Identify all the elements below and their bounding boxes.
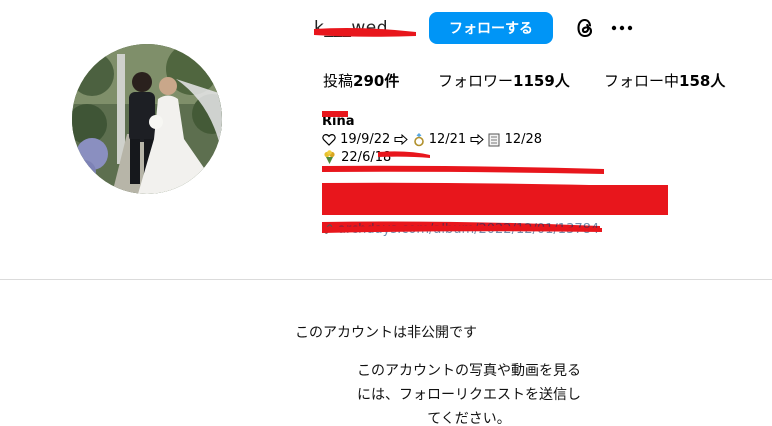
bio-name-line: Rina <box>322 113 542 131</box>
posts-label: 投稿 <box>323 72 354 90</box>
external-link-text: archdays.com/album/2022/12/01/13784 <box>338 221 600 237</box>
more-icon[interactable] <box>610 16 634 40</box>
private-account-description: このアカウントの写真や動画を見るには、フォローリクエストを送信してください。 <box>357 363 581 426</box>
profile-page: k___wed フォローする 投稿290件 フォロワー1159人 フォロー中15… <box>0 0 772 426</box>
divider <box>0 279 772 280</box>
profile-header-row: k___wed フォローする <box>314 11 634 45</box>
arrow-right-icon <box>470 134 485 145</box>
following-value: 158人 <box>679 72 726 90</box>
date-engagement: 19/9/22 <box>340 132 391 147</box>
private-account-title: このアカウントは非公開です <box>295 325 477 341</box>
bouquet-icon <box>324 150 335 164</box>
ring-icon <box>413 133 424 147</box>
heart-icon <box>322 134 336 146</box>
follow-button[interactable]: フォローする <box>429 12 553 44</box>
following-label: フォロー中 <box>604 72 680 90</box>
followers-count[interactable]: フォロワー1159人 <box>438 70 570 91</box>
followers-value: 1159人 <box>513 72 570 90</box>
posts-value: 290件 <box>353 72 400 90</box>
bio-dates-line: 19/9/22 12/21 12/28 <box>322 131 542 149</box>
date-registration: 12/28 <box>504 132 543 147</box>
document-icon <box>488 133 500 146</box>
followers-label: フォロワー <box>438 72 514 90</box>
avatar-photo <box>72 44 222 194</box>
arrow-right-icon <box>394 134 409 145</box>
avatar[interactable] <box>72 44 222 194</box>
link-icon <box>323 224 333 234</box>
username: k___wed <box>314 16 418 40</box>
threads-icon[interactable] <box>574 16 596 40</box>
external-link[interactable]: archdays.com/album/2022/12/01/13784 <box>322 220 599 238</box>
username-redaction <box>314 28 416 37</box>
following-count[interactable]: フォロー中158人 <box>604 70 725 91</box>
bio-wedding-line: 22/6/18 <box>322 149 542 167</box>
date-ring: 12/21 <box>428 132 467 147</box>
display-name: Rina <box>322 114 355 129</box>
posts-count: 投稿290件 <box>323 70 399 91</box>
bio: Rina 19/9/22 12/21 12/28 22/6/18 <box>322 113 542 167</box>
date-wedding: 22/6/18 <box>341 150 392 165</box>
